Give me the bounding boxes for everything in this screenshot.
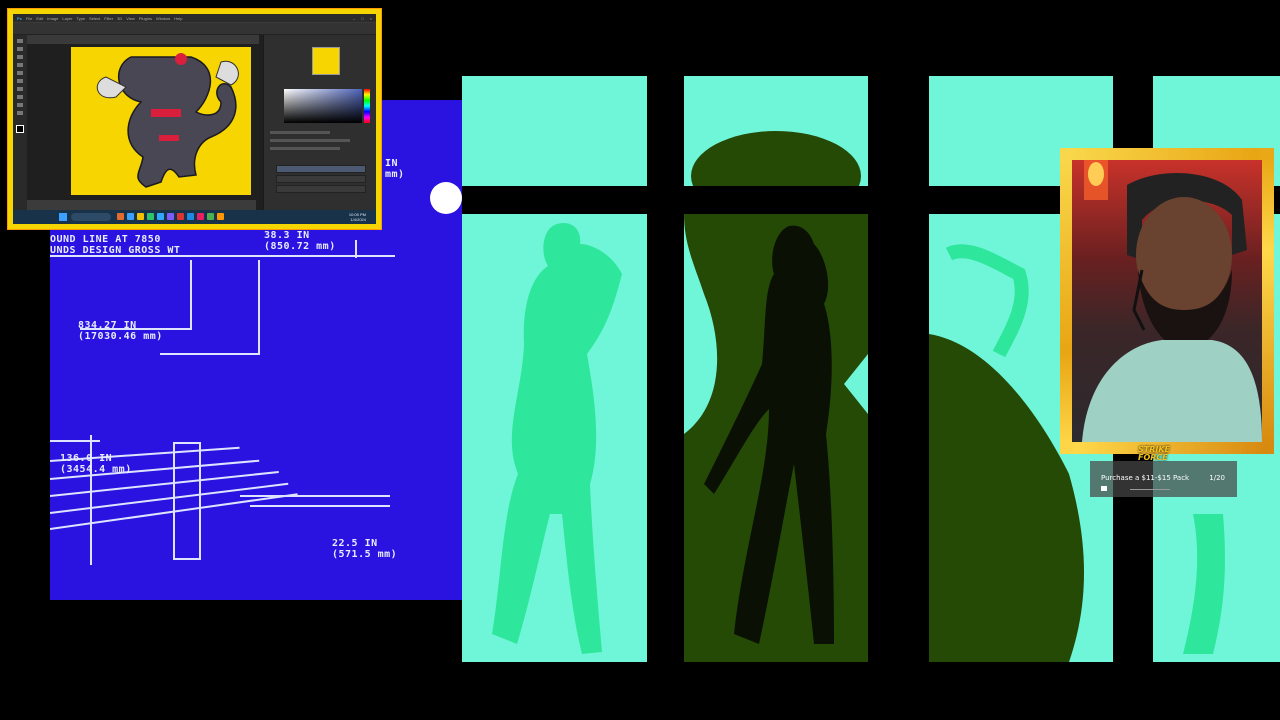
- quest-progress-bar: [1130, 489, 1170, 490]
- taskbar-app-icon[interactable]: [217, 213, 224, 220]
- pen-tool-icon[interactable]: [17, 87, 23, 91]
- screen-capture-frame: Ps File Edit Image Layer Type Select Fil…: [7, 8, 382, 230]
- brush-tool-icon[interactable]: [17, 71, 23, 75]
- right-panels: [263, 35, 376, 210]
- marquee-tool-icon[interactable]: [17, 47, 23, 51]
- taskbar-app-icon[interactable]: [177, 213, 184, 220]
- taskbar-app-icon[interactable]: [167, 213, 174, 220]
- menu-item-type[interactable]: Type: [76, 16, 85, 21]
- menu-item-file[interactable]: File: [26, 16, 32, 21]
- dancer-silhouette-icon: [492, 222, 622, 655]
- blueprint-label: 38.3 IN (850.72 mm): [264, 230, 336, 252]
- windows-taskbar: 10:05 PM 1/4/2024: [13, 210, 376, 224]
- blueprint-fuselage-line: [50, 482, 289, 514]
- blueprint-wing-line: [240, 495, 390, 497]
- taskbar-search[interactable]: [71, 213, 111, 221]
- quest-label: Purchase a $11-$15 Pack: [1101, 474, 1190, 482]
- hue-slider[interactable]: [364, 89, 370, 123]
- character-artwork: [96, 53, 239, 188]
- blueprint-dim-line: [190, 260, 192, 330]
- layer-row[interactable]: [276, 165, 366, 173]
- window-pane: [684, 76, 868, 186]
- window-pane: [684, 214, 868, 662]
- navigator-thumbnail[interactable]: [312, 47, 340, 75]
- taskbar-app-icon[interactable]: [197, 213, 204, 220]
- taskbar-clock[interactable]: 10:05 PM 1/4/2024: [349, 212, 366, 222]
- document-tab[interactable]: [27, 35, 259, 44]
- quest-badge: Purchase a $11-$15 Pack 1/20: [1090, 461, 1237, 497]
- taskbar-app-icon[interactable]: [127, 213, 134, 220]
- type-tool-icon[interactable]: [17, 95, 23, 99]
- maximize-icon[interactable]: □: [361, 16, 363, 21]
- toolbox: [13, 35, 27, 210]
- menu-item-filter[interactable]: Filter: [104, 16, 113, 21]
- window-controls: – □ ×: [353, 16, 376, 21]
- blueprint-fuselage-line: [50, 440, 100, 442]
- properties-row: [270, 147, 340, 150]
- foreground-color-icon[interactable]: [16, 125, 24, 133]
- quest-progress-count: 1/20: [1209, 474, 1225, 482]
- photoshop-menubar: Ps File Edit Image Layer Type Select Fil…: [13, 14, 376, 23]
- blueprint-dim-line: [160, 353, 260, 355]
- window-pane: [462, 214, 647, 662]
- move-tool-icon[interactable]: [17, 39, 23, 43]
- checkbox-icon: [1101, 486, 1107, 491]
- agent-silhouette-icon: [684, 214, 868, 662]
- folder-icon[interactable]: [137, 213, 144, 220]
- zoom-tool-icon[interactable]: [17, 111, 23, 115]
- clock-date: 1/4/2024: [350, 217, 366, 222]
- menu-item-layer[interactable]: Layer: [62, 16, 72, 21]
- crop-tool-icon[interactable]: [17, 63, 23, 67]
- close-icon[interactable]: ×: [370, 16, 372, 21]
- lasso-tool-icon[interactable]: [17, 55, 23, 59]
- taskbar-app-icon[interactable]: [147, 213, 154, 220]
- blueprint-dim-line: [258, 260, 260, 355]
- logo-text: STRIKE FORCE: [1138, 445, 1171, 462]
- scrub-handle[interactable]: [430, 182, 462, 214]
- blueprint-label: 834.27 IN (17030.46 mm): [78, 320, 163, 342]
- blueprint-label: IN mm): [385, 158, 405, 180]
- menu-item-plugins[interactable]: Plugins: [139, 16, 152, 21]
- layer-row[interactable]: [276, 175, 366, 183]
- webcam-frame: [1060, 148, 1274, 454]
- properties-row: [270, 131, 330, 134]
- document-canvas[interactable]: [71, 47, 251, 195]
- silhouette-head-icon: [691, 131, 861, 186]
- photoshop-taskbar-icon[interactable]: [157, 213, 164, 220]
- blueprint-dim-line: [355, 240, 357, 258]
- eraser-tool-icon[interactable]: [17, 79, 23, 83]
- options-bar: [13, 23, 376, 35]
- blueprint-tail: [173, 442, 201, 560]
- menu-item-view[interactable]: View: [126, 16, 135, 21]
- minimize-icon[interactable]: –: [353, 16, 355, 21]
- properties-row: [270, 139, 350, 142]
- contextual-taskbar: [27, 200, 256, 210]
- menu-item-window[interactable]: Window: [156, 16, 170, 21]
- menu-item-edit[interactable]: Edit: [36, 16, 43, 21]
- menu-item-3d[interactable]: 3D: [117, 16, 122, 21]
- blueprint-label: OUND LINE AT 7850 UNDS DESIGN GROSS WT: [50, 234, 181, 256]
- window-pane: [462, 76, 647, 186]
- hand-tool-icon[interactable]: [17, 103, 23, 107]
- color-picker[interactable]: [284, 89, 362, 123]
- blueprint-wing-line: [250, 505, 390, 507]
- taskbar-app-icon[interactable]: [187, 213, 194, 220]
- menu-item-help[interactable]: Help: [174, 16, 182, 21]
- photoshop-window: Ps File Edit Image Layer Type Select Fil…: [13, 14, 376, 224]
- windows-start-icon[interactable]: [59, 213, 67, 221]
- streamer-webcam: [1082, 160, 1262, 442]
- menu-item-image[interactable]: Image: [47, 16, 58, 21]
- blueprint-label: 22.5 IN (571.5 mm): [332, 538, 398, 560]
- ps-logo-icon: Ps: [17, 15, 22, 21]
- layer-row[interactable]: [276, 185, 366, 193]
- blueprint-label: 136.0 IN (3454.4 mm): [60, 453, 132, 475]
- taskbar-app-icon[interactable]: [117, 213, 124, 220]
- menu-item-select[interactable]: Select: [89, 16, 100, 21]
- taskbar-app-icon[interactable]: [207, 213, 214, 220]
